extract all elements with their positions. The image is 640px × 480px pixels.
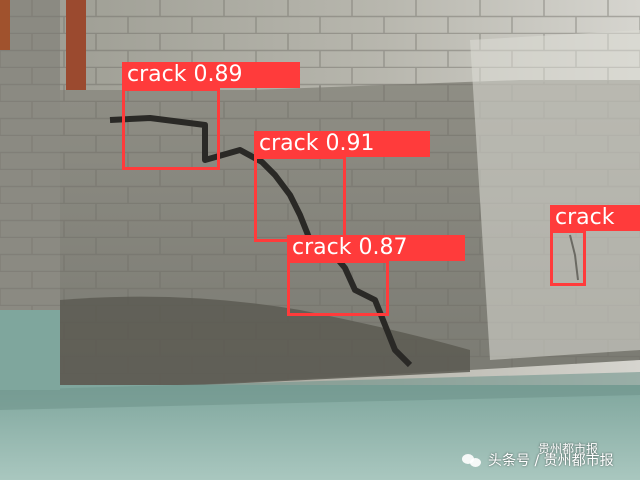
watermark: 头条号 / 贵州都市报 <box>462 448 614 472</box>
detection-box-1 <box>122 88 220 170</box>
detection-label-1: crack 0.89 <box>122 62 300 88</box>
wooden-beam <box>66 0 86 90</box>
wechat-icon <box>462 452 482 468</box>
detection-label-3: crack 0.87 <box>287 235 465 261</box>
detection-label-2: crack 0.91 <box>254 131 430 157</box>
detection-box-4 <box>550 230 586 286</box>
watermark-text: 头条号 / 贵州都市报 <box>488 453 614 469</box>
detection-box-2 <box>254 156 346 242</box>
detection-box-3 <box>287 260 389 316</box>
detection-label-4: crack <box>550 205 640 231</box>
